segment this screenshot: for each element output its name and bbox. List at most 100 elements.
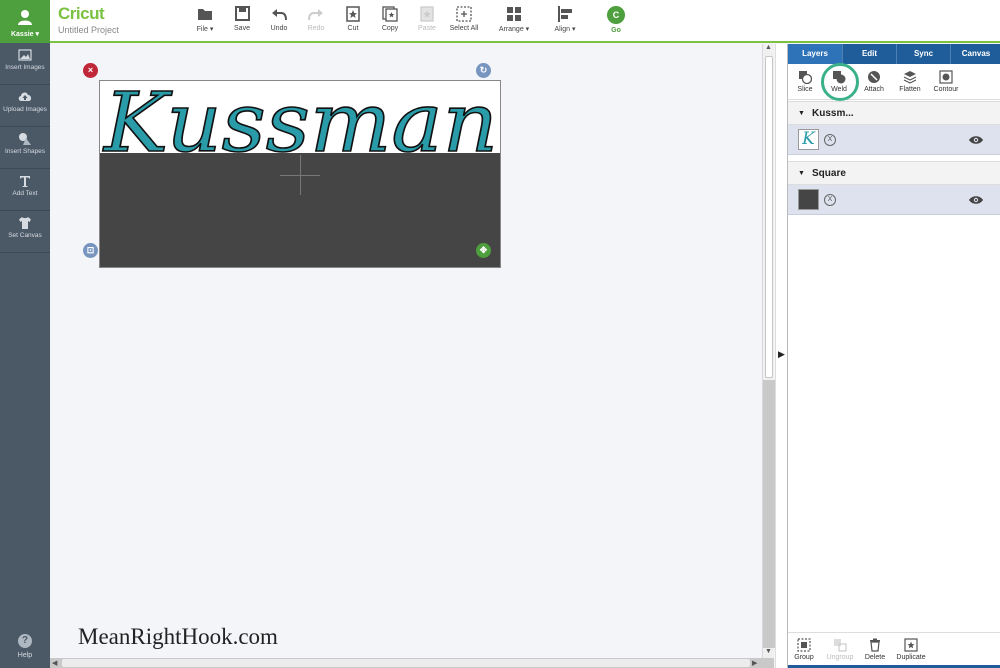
panel-tabs: Layers Edit Sync Canvas: [788, 44, 1000, 64]
select-all-label: Select All: [449, 25, 479, 32]
align-icon: [558, 6, 572, 22]
vertical-scroll-track[interactable]: [763, 380, 775, 648]
attach-button[interactable]: Attach: [857, 70, 891, 93]
layer-operations: Slice Weld Attach Flatten Contour: [788, 64, 1000, 100]
contour-button[interactable]: Contour: [929, 70, 963, 93]
panel-collapse-strip[interactable]: ▶: [775, 44, 787, 668]
delete-label: Delete: [864, 654, 886, 661]
go-badge: C: [607, 6, 625, 24]
cut-label: Cut: [347, 25, 359, 32]
horizontal-scrollbar[interactable]: ◀ ▶: [50, 658, 774, 668]
expand-caret-icon[interactable]: ▼: [798, 162, 805, 186]
attach-label: Attach: [864, 86, 884, 93]
scroll-left-arrow-icon[interactable]: ◀: [52, 659, 57, 667]
tab-canvas[interactable]: Canvas: [950, 44, 1000, 64]
go-button[interactable]: C Go: [603, 6, 629, 34]
delete-handle-icon[interactable]: ×: [83, 63, 98, 78]
selected-design-group[interactable]: Kussman: [99, 75, 501, 268]
save-icon: [235, 6, 250, 21]
slice-label: Slice: [797, 86, 813, 93]
project-title[interactable]: Untitled Project: [58, 25, 119, 35]
trash-icon: [870, 638, 880, 652]
left-sidebar: Insert Images Upload Images Insert Shape…: [0, 43, 50, 668]
resize-handle-icon[interactable]: ✥: [476, 243, 491, 258]
cricut-logo: Cricut: [58, 4, 105, 23]
go-label: Go: [611, 27, 621, 34]
sidebar-label-insert-shapes: Insert Shapes: [4, 148, 46, 155]
ungroup-icon: [834, 639, 847, 652]
layer-group-kussman[interactable]: ▼ Kussm...: [788, 101, 1000, 125]
undo-label: Undo: [270, 25, 288, 32]
scroll-up-arrow-icon[interactable]: ▲: [765, 44, 772, 51]
layer-row-square[interactable]: X: [788, 185, 1000, 215]
duplicate-button[interactable]: Duplicate: [893, 638, 929, 661]
save-label: Save: [234, 25, 250, 32]
horizontal-scroll-thumb[interactable]: [62, 659, 750, 667]
arrange-menu-button[interactable]: Arrange ▾: [491, 6, 537, 33]
group-icon: [797, 638, 811, 652]
paste-label: Paste: [418, 25, 436, 32]
layer-thumbnail: K: [798, 129, 819, 150]
slice-button[interactable]: Slice: [788, 70, 822, 93]
sidebar-label-add-text: Add Text: [12, 190, 38, 197]
user-avatar-icon: [18, 10, 32, 25]
duplicate-label: Duplicate: [896, 654, 926, 661]
flatten-button[interactable]: Flatten: [893, 70, 927, 93]
text-icon: [20, 176, 30, 187]
brand: Cricut Untitled Project: [58, 4, 119, 35]
layer-thumbnail: [798, 189, 819, 210]
group-label: Group: [794, 654, 814, 661]
kussman-text-shape[interactable]: Kussman: [100, 59, 502, 169]
select-all-button[interactable]: Select All: [441, 6, 487, 32]
ungroup-button[interactable]: Ungroup: [822, 638, 858, 661]
cloud-upload-icon: [18, 92, 32, 101]
image-icon: [18, 49, 32, 61]
lock-handle-icon[interactable]: ⊡: [83, 243, 98, 258]
align-menu-button[interactable]: Align ▾: [542, 6, 588, 33]
scroll-down-arrow-icon[interactable]: ▼: [765, 648, 772, 655]
select-all-icon: [456, 6, 472, 22]
scroll-right-arrow-icon[interactable]: ▶: [752, 659, 757, 667]
sidebar-item-set-canvas[interactable]: Set Canvas: [0, 211, 50, 253]
sidebar-label-upload-images: Upload Images: [3, 106, 47, 113]
visibility-eye-icon[interactable]: [968, 195, 984, 205]
flatten-label: Flatten: [899, 86, 921, 93]
sidebar-item-upload-images[interactable]: Upload Images: [0, 85, 50, 127]
vertical-scrollbar[interactable]: ▲ ▼: [762, 44, 775, 658]
folder-icon: [198, 9, 212, 20]
copy-label: Copy: [381, 25, 399, 32]
delete-button[interactable]: Delete: [857, 638, 893, 661]
shapes-icon: [19, 133, 31, 145]
help-label: Help: [17, 652, 33, 659]
sidebar-item-add-text[interactable]: Add Text: [0, 169, 50, 211]
collapse-panel-icon[interactable]: ▶: [778, 349, 785, 360]
layer-group-name: Kussm...: [812, 108, 854, 119]
user-menu[interactable]: Kassie ▾: [0, 0, 50, 43]
arrange-icon: [507, 7, 521, 21]
tab-edit[interactable]: Edit: [842, 44, 896, 64]
sidebar-label-insert-images: Insert Images: [5, 64, 45, 71]
vertical-scroll-thumb[interactable]: [765, 56, 773, 378]
sidebar-item-insert-images[interactable]: Insert Images: [0, 43, 50, 85]
tab-sync[interactable]: Sync: [896, 44, 950, 64]
copy-icon: [382, 6, 398, 22]
help-button[interactable]: ? Help: [0, 634, 50, 659]
file-menu-label: File ▾: [196, 26, 214, 33]
sidebar-item-insert-shapes[interactable]: Insert Shapes: [0, 127, 50, 169]
expand-caret-icon[interactable]: ▼: [798, 102, 805, 126]
attach-icon: [868, 71, 880, 83]
slice-icon: [799, 71, 812, 84]
paste-icon: [420, 6, 434, 22]
watermark: MeanRightHook.com: [78, 624, 278, 649]
cut-operation-icon[interactable]: X: [824, 194, 836, 206]
contour-icon: [939, 70, 953, 84]
kussman-text: Kussman: [102, 76, 498, 169]
layer-row-kussman[interactable]: K X: [788, 125, 1000, 155]
tab-layers[interactable]: Layers: [788, 44, 842, 64]
cut-operation-icon[interactable]: X: [824, 134, 836, 146]
rotate-handle-icon[interactable]: ↻: [476, 63, 491, 78]
group-button[interactable]: Group: [786, 638, 822, 661]
layer-group-square[interactable]: ▼ Square: [788, 161, 1000, 185]
align-menu-label: Align ▾: [554, 26, 576, 33]
visibility-eye-icon[interactable]: [968, 135, 984, 145]
